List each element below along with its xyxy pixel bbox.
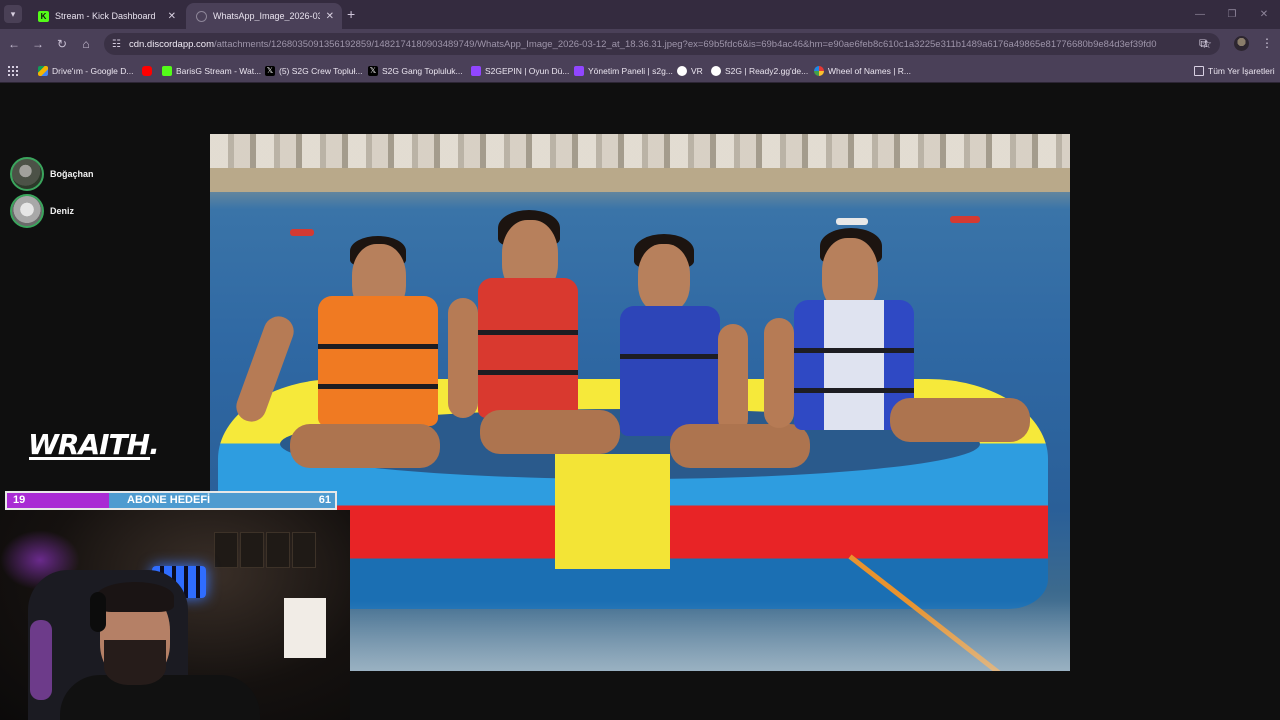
kick-icon: K <box>38 10 49 22</box>
sand <box>210 168 1070 192</box>
close-icon[interactable]: ✕ <box>168 11 176 22</box>
bookmark-label: S2GEPIN | Oyun Dü... <box>485 66 570 76</box>
avatar <box>10 157 44 191</box>
google-drive-icon <box>38 66 48 76</box>
voice-user-name: Boğaçhan <box>50 169 94 179</box>
globe-icon <box>711 66 721 76</box>
avatar <box>10 194 44 228</box>
sub-goal-target: 61 <box>318 494 331 506</box>
profile-avatar[interactable] <box>1234 36 1249 51</box>
bookmark-item[interactable]: S2G | Ready2.gg'de... <box>711 63 808 79</box>
x-icon: 𝕏 <box>368 66 378 76</box>
streamer-body <box>60 675 260 720</box>
youtube-icon <box>142 66 152 76</box>
site-info-icon[interactable]: ☷ <box>112 39 121 50</box>
bookmark-item[interactable]: 𝕏 (5) S2G Crew Topluł... <box>265 63 362 79</box>
all-bookmarks-label: Tüm Yer İşaretleri <box>1208 66 1275 76</box>
logo-underline <box>29 457 150 460</box>
tab-kick-dashboard[interactable]: K Stream - Kick Dashboard ✕ <box>28 3 184 29</box>
voice-user: Boğaçhan <box>10 157 94 191</box>
all-bookmarks-folder[interactable]: Tüm Yer İşaretleri <box>1194 63 1275 79</box>
browser-toolbar: ← → ↻ ⌂ ☷ cdn.discordapp.com/attachments… <box>0 29 1280 59</box>
blank-page-icon <box>196 10 207 22</box>
voice-user: Deniz <box>10 194 74 228</box>
wheel-icon <box>814 66 824 76</box>
bookmark-label: Drive'ım - Google D... <box>52 66 134 76</box>
sub-goal-current: 19 <box>13 494 26 506</box>
close-window-icon[interactable]: ✕ <box>1248 0 1280 29</box>
kick-icon <box>162 66 172 76</box>
bookmark-item[interactable]: 𝕏 S2G Gang Topluluk... <box>368 63 463 79</box>
buoy <box>290 229 314 236</box>
bookmark-item[interactable]: Drive'ım - Google D... <box>38 63 133 79</box>
extensions-icon[interactable]: ⧉ <box>1199 36 1208 51</box>
bookmark-item[interactable]: VR <box>677 63 703 79</box>
bookmark-label: S2G Gang Topluluk... <box>382 66 463 76</box>
bookmark-item[interactable]: Wheel of Names | R... <box>814 63 911 79</box>
bookmark-label: VR <box>691 66 703 76</box>
restore-icon[interactable]: ❐ <box>1216 0 1248 29</box>
new-tab-button[interactable]: + <box>347 6 355 22</box>
menu-kebab-icon[interactable]: ⋮ <box>1261 36 1273 50</box>
x-icon: 𝕏 <box>265 66 275 76</box>
forward-icon[interactable]: → <box>30 36 46 52</box>
bookmark-label: Yönetim Paneli | s2g... <box>588 66 673 76</box>
bookmark-label: BarisG Stream - Wat... <box>176 66 262 76</box>
apps-grid-icon[interactable] <box>8 66 18 76</box>
url-text[interactable]: cdn.discordapp.com/attachments/126803509… <box>129 39 1169 50</box>
buoy <box>950 216 980 223</box>
headset-icon <box>90 592 106 632</box>
webcam-feed <box>0 510 350 720</box>
voice-user-name: Deniz <box>50 206 75 216</box>
sub-goal-bar: 19 ABONE HEDEFİ 61 <box>5 491 337 510</box>
bookmark-item[interactable]: S2GEPIN | Oyun Dü... <box>471 63 569 79</box>
folder-icon <box>1194 66 1204 76</box>
close-icon[interactable]: ✕ <box>326 11 334 22</box>
back-icon[interactable]: ← <box>6 36 22 52</box>
bookmark-label: Wheel of Names | R... <box>828 66 911 76</box>
reload-icon[interactable]: ↻ <box>54 36 70 52</box>
vr-icon <box>677 66 687 76</box>
url-host: cdn.discordapp.com <box>128 38 214 50</box>
bookmark-item[interactable] <box>142 63 152 79</box>
tube-yellow-patch <box>555 454 670 569</box>
tab-strip: ▾ K Stream - Kick Dashboard ✕ WhatsApp_I… <box>0 0 1280 29</box>
bookmark-label: S2G | Ready2.gg'de... <box>725 66 809 76</box>
tab-search-button[interactable]: ▾ <box>4 5 22 23</box>
bookmark-label: (5) S2G Crew Topluł... <box>279 66 363 76</box>
tab-title: Stream - Kick Dashboard <box>55 11 156 21</box>
home-icon[interactable]: ⌂ <box>78 36 94 52</box>
tab-whatsapp-image[interactable]: WhatsApp_Image_2026-03-12_ ✕ <box>186 3 342 29</box>
twitch-icon <box>574 66 584 76</box>
minimize-icon[interactable]: — <box>1184 0 1216 29</box>
url-path: /attachments/1268035091356192859/1482174… <box>214 38 1157 50</box>
sub-goal-label: ABONE HEDEFİ <box>127 494 211 506</box>
twitch-icon <box>471 66 481 76</box>
address-bar[interactable]: ☷ cdn.discordapp.com/attachments/1268035… <box>104 33 1220 55</box>
bookmark-item[interactable]: Yönetim Paneli | s2g... <box>574 63 673 79</box>
buoy <box>836 218 868 225</box>
wall-poster <box>284 598 326 658</box>
bookmark-item[interactable]: BarisG Stream - Wat... <box>162 63 261 79</box>
tab-title: WhatsApp_Image_2026-03-12_ <box>213 11 320 21</box>
window-controls: — ❐ ✕ <box>1184 0 1280 29</box>
